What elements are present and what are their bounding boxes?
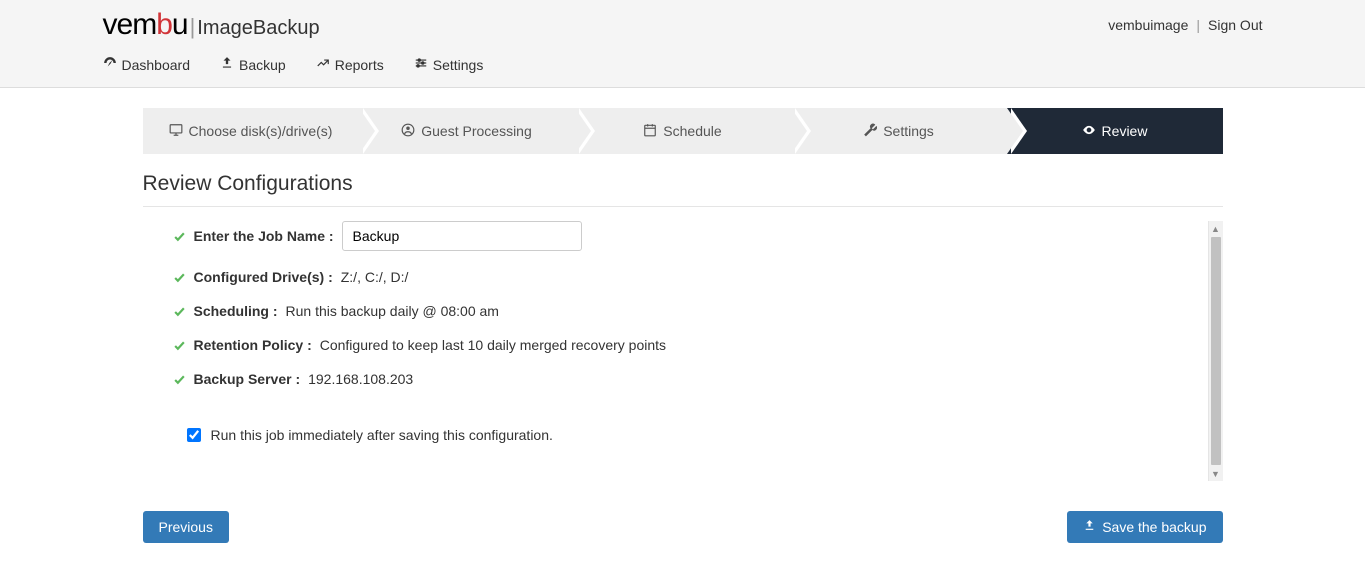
page-title: Review Configurations [143, 172, 1223, 207]
step-label: Choose disk(s)/drive(s) [189, 123, 333, 139]
logo: vembu | ImageBackup [103, 8, 320, 42]
server-label: Backup Server : [194, 371, 301, 387]
review-server-row: Backup Server : 192.168.108.203 [173, 371, 1205, 387]
calendar-icon [643, 123, 657, 140]
nav-backup-label: Backup [239, 57, 286, 73]
step-label: Schedule [663, 123, 721, 139]
review-jobname-row: Enter the Job Name : [173, 221, 1205, 251]
save-button-label: Save the backup [1102, 519, 1206, 535]
check-icon [173, 271, 186, 284]
run-immediately-label: Run this job immediately after saving th… [211, 427, 553, 443]
review-scheduling-row: Scheduling : Run this backup daily @ 08:… [173, 303, 1205, 319]
drives-label: Configured Drive(s) : [194, 269, 333, 285]
drives-value: Z:/, C:/, D:/ [341, 269, 409, 285]
nav-settings-label: Settings [433, 57, 484, 73]
scroll-down-arrow-icon[interactable]: ▼ [1209, 466, 1223, 481]
wizard-step-disks[interactable]: Choose disk(s)/drive(s) [143, 108, 359, 154]
main-nav: Dashboard Backup Reports Settings [103, 46, 1263, 87]
jobname-label: Enter the Job Name : [194, 228, 334, 244]
run-immediately-checkbox[interactable] [187, 428, 201, 442]
check-icon [173, 339, 186, 352]
nav-reports-label: Reports [335, 57, 384, 73]
monitor-icon [169, 123, 183, 140]
review-retention-row: Retention Policy : Configured to keep la… [173, 337, 1205, 353]
previous-button[interactable]: Previous [143, 511, 229, 543]
review-drives-row: Configured Drive(s) : Z:/, C:/, D:/ [173, 269, 1205, 285]
check-icon [173, 373, 186, 386]
jobname-input[interactable] [342, 221, 582, 251]
server-value: 192.168.108.203 [308, 371, 413, 387]
sliders-icon [414, 56, 428, 73]
dashboard-icon [103, 56, 117, 73]
step-label: Settings [883, 123, 934, 139]
username-link[interactable]: vembuimage [1108, 17, 1188, 33]
run-immediately-row: Run this job immediately after saving th… [187, 427, 1205, 443]
step-label: Review [1102, 123, 1148, 139]
review-panel: Enter the Job Name : Configured Drive(s)… [143, 221, 1223, 481]
nav-settings[interactable]: Settings [414, 56, 484, 73]
user-circle-icon [401, 123, 415, 140]
retention-label: Retention Policy : [194, 337, 312, 353]
chart-icon [316, 56, 330, 73]
check-icon [173, 305, 186, 318]
eye-icon [1082, 123, 1096, 140]
scheduling-label: Scheduling : [194, 303, 278, 319]
wizard-step-settings[interactable]: Settings [791, 108, 1007, 154]
signout-link[interactable]: Sign Out [1208, 17, 1262, 33]
scrollbar[interactable]: ▲ ▼ [1208, 221, 1223, 481]
step-label: Guest Processing [421, 123, 532, 139]
upload-icon [220, 56, 234, 73]
wrench-icon [863, 123, 877, 140]
top-bar: vembu | ImageBackup vembuimage | Sign Ou… [0, 0, 1365, 88]
check-icon [173, 230, 186, 243]
nav-reports[interactable]: Reports [316, 56, 384, 73]
scheduling-value: Run this backup daily @ 08:00 am [286, 303, 499, 319]
footer-buttons: Previous Save the backup [143, 511, 1223, 543]
wizard-step-review[interactable]: Review [1007, 108, 1223, 154]
wizard-step-guest[interactable]: Guest Processing [359, 108, 575, 154]
wizard-step-schedule[interactable]: Schedule [575, 108, 791, 154]
nav-dashboard[interactable]: Dashboard [103, 56, 191, 73]
upload-icon [1083, 519, 1096, 535]
save-button[interactable]: Save the backup [1067, 511, 1222, 543]
nav-dashboard-label: Dashboard [122, 57, 191, 73]
retention-value: Configured to keep last 10 daily merged … [320, 337, 666, 353]
product-name: ImageBackup [197, 17, 319, 40]
user-area: vembuimage | Sign Out [1102, 17, 1262, 33]
scroll-thumb[interactable] [1211, 237, 1221, 465]
wizard-steps: Choose disk(s)/drive(s) Guest Processing… [143, 108, 1223, 154]
previous-button-label: Previous [159, 519, 213, 535]
nav-backup[interactable]: Backup [220, 56, 286, 73]
scroll-up-arrow-icon[interactable]: ▲ [1209, 221, 1223, 236]
